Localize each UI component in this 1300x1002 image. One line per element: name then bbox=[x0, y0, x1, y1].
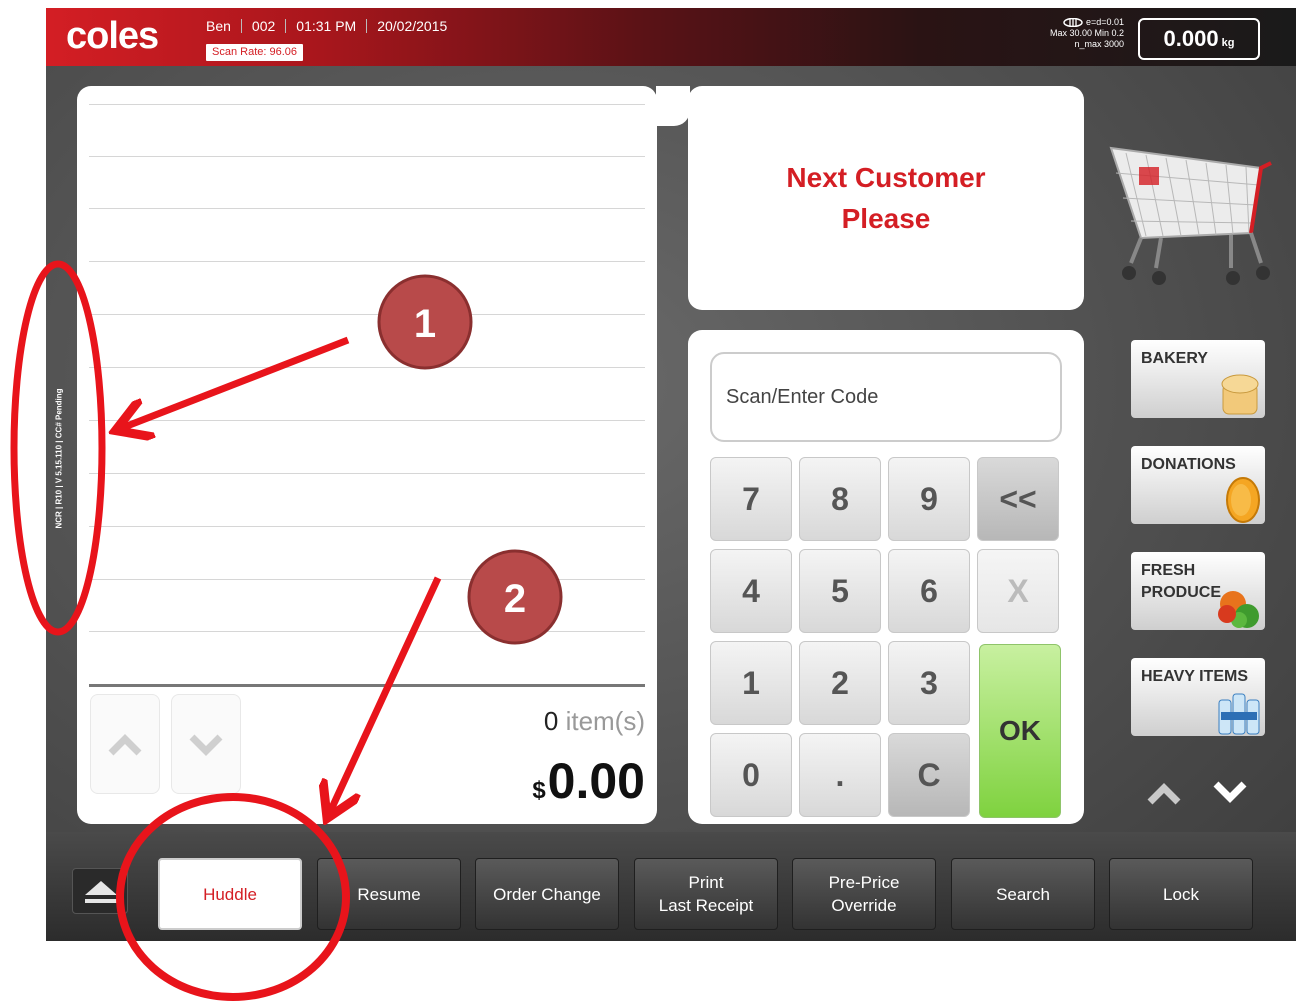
category-bakery-button[interactable]: BAKERY bbox=[1131, 340, 1265, 418]
chevron-up-icon bbox=[108, 734, 142, 756]
category-scroll-controls bbox=[1144, 776, 1264, 810]
print-last-receipt-button[interactable]: Print Last Receipt bbox=[634, 858, 778, 930]
scan-rate-badge: Scan Rate: 96.06 bbox=[206, 44, 304, 61]
key-5[interactable]: 5 bbox=[799, 549, 881, 633]
weight-value: 0.000 bbox=[1163, 26, 1219, 51]
currency-symbol: $ bbox=[532, 777, 546, 804]
chevron-down-icon bbox=[1213, 781, 1247, 803]
key-8[interactable]: 8 bbox=[799, 457, 881, 541]
divider bbox=[240, 19, 242, 33]
message-line2: Please bbox=[841, 203, 931, 234]
customer-message-panel: Next Customer Please bbox=[688, 86, 1084, 310]
lane-number: 002 bbox=[251, 18, 276, 34]
scale-spec-line1: e=d=0.01 bbox=[1046, 17, 1124, 28]
scale-weight-display: 0.000 kg bbox=[1138, 18, 1260, 60]
category-label: HEAVY ITEMS bbox=[1141, 668, 1248, 685]
scale-spec-line3: n_max 3000 bbox=[1074, 39, 1124, 49]
scan-enter-code-input[interactable] bbox=[710, 352, 1062, 442]
category-fresh-produce-button[interactable]: FRESH PRODUCE bbox=[1131, 552, 1265, 630]
search-button[interactable]: Search bbox=[951, 858, 1095, 930]
lock-button[interactable]: Lock bbox=[1109, 858, 1253, 930]
receipt-line bbox=[89, 631, 645, 632]
scale-class-icon bbox=[1063, 17, 1083, 28]
category-label: BAKERY bbox=[1141, 350, 1208, 367]
category-label: DONATIONS bbox=[1141, 456, 1236, 473]
receipt-scroll-down-button[interactable] bbox=[171, 694, 241, 794]
resume-button[interactable]: Resume bbox=[317, 858, 461, 930]
bread-icon bbox=[1221, 374, 1259, 415]
receipt-line bbox=[89, 473, 645, 474]
receipt-line bbox=[89, 314, 645, 315]
receipt-panel[interactable]: 0 item(s) $0.00 bbox=[77, 86, 657, 824]
category-scroll-up-button[interactable] bbox=[1144, 776, 1184, 810]
decimal-key[interactable]: . bbox=[799, 733, 881, 817]
key-3[interactable]: 3 bbox=[888, 641, 970, 725]
session-info: Ben 002 01:31 PM 20/02/2015 bbox=[206, 18, 447, 34]
current-date: 20/02/2015 bbox=[377, 18, 448, 34]
receipt-line bbox=[89, 420, 645, 421]
huddle-button[interactable]: Huddle bbox=[158, 858, 302, 930]
message-line1: Next Customer bbox=[786, 162, 986, 193]
panel-connector bbox=[656, 86, 690, 126]
function-bar: Huddle Resume Order Change Print Last Re… bbox=[46, 832, 1296, 941]
backspace-key[interactable]: << bbox=[977, 457, 1059, 541]
weight-unit: kg bbox=[1221, 37, 1235, 49]
key-7[interactable]: 7 bbox=[710, 457, 792, 541]
receipt-line bbox=[89, 579, 645, 580]
category-donations-button[interactable]: DONATIONS bbox=[1131, 446, 1265, 524]
receipt-line bbox=[89, 261, 645, 262]
chevron-down-icon bbox=[189, 734, 223, 756]
multiply-key[interactable]: X bbox=[977, 549, 1059, 633]
order-total: $0.00 bbox=[532, 752, 645, 810]
eject-icon bbox=[85, 881, 117, 903]
divider bbox=[366, 19, 368, 33]
pre-price-override-button[interactable]: Pre-Price Override bbox=[792, 858, 936, 930]
clock-time: 01:31 PM bbox=[296, 18, 357, 34]
key-1[interactable]: 1 bbox=[710, 641, 792, 725]
ok-button[interactable]: OK bbox=[979, 644, 1061, 818]
item-count-value: 0 bbox=[543, 706, 559, 736]
screenshot-stage: { "brand": {"logo": "coles", "accent": "… bbox=[0, 0, 1300, 1002]
receipt-divider bbox=[89, 684, 645, 687]
key-9[interactable]: 9 bbox=[888, 457, 970, 541]
pos-screen: coles Ben 002 01:31 PM 20/02/2015 Scan R… bbox=[46, 8, 1296, 941]
category-heavy-items-button[interactable]: HEAVY ITEMS bbox=[1131, 658, 1265, 736]
coin-icon bbox=[1226, 477, 1260, 523]
coles-logo: coles bbox=[66, 15, 159, 57]
clear-key[interactable]: C bbox=[888, 733, 970, 817]
receipt-line bbox=[89, 208, 645, 209]
item-count: 0 item(s) bbox=[544, 706, 645, 737]
shopping-cart-icon bbox=[1109, 146, 1272, 285]
receipt-line bbox=[89, 104, 645, 105]
key-4[interactable]: 4 bbox=[710, 549, 792, 633]
receipt-scroll-up-button[interactable] bbox=[90, 694, 160, 794]
total-amount: 0.00 bbox=[547, 753, 645, 809]
header-bar: coles Ben 002 01:31 PM 20/02/2015 Scan R… bbox=[46, 8, 1296, 66]
order-change-button[interactable]: Order Change bbox=[475, 858, 619, 930]
produce-icon bbox=[1218, 591, 1259, 628]
eject-button[interactable] bbox=[72, 868, 128, 914]
item-count-label: item(s) bbox=[565, 706, 645, 736]
category-scroll-down-button[interactable] bbox=[1210, 776, 1250, 810]
receipt-line bbox=[89, 156, 645, 157]
keypad-panel: 7 8 9 << 4 5 6 X 1 2 3 0 . C OK bbox=[688, 330, 1084, 824]
chevron-up-icon bbox=[1147, 783, 1181, 805]
key-0[interactable]: 0 bbox=[710, 733, 792, 817]
receipt-line bbox=[89, 367, 645, 368]
receipt-line bbox=[89, 526, 645, 527]
key-6[interactable]: 6 bbox=[888, 549, 970, 633]
scale-spec: e=d=0.01 Max 30.00 Min 0.2 n_max 3000 bbox=[1046, 17, 1124, 50]
key-2[interactable]: 2 bbox=[799, 641, 881, 725]
divider bbox=[285, 19, 287, 33]
operator-name: Ben bbox=[206, 18, 231, 34]
scale-spec-line2: Max 30.00 Min 0.2 bbox=[1049, 28, 1124, 38]
water-bottles-icon bbox=[1218, 693, 1260, 735]
version-label: NCR | R10 | V 5.15.110 | CC# Pending bbox=[54, 387, 64, 529]
